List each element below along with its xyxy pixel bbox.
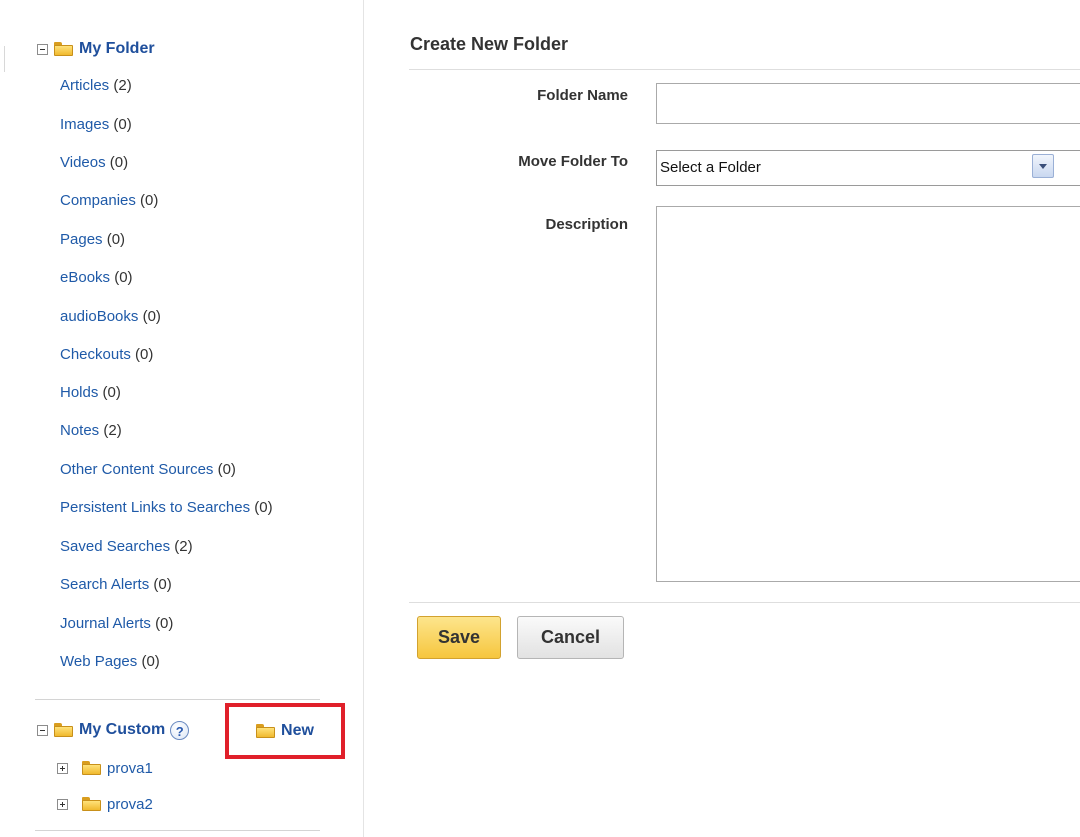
- sidebar-item-journal-alerts[interactable]: Journal Alerts (0): [60, 615, 173, 632]
- sidebar-item-notes[interactable]: Notes (2): [60, 422, 122, 439]
- folder-name-label: Folder Name: [537, 87, 628, 104]
- expand-icon[interactable]: [57, 762, 68, 774]
- item-count: (0): [113, 116, 132, 133]
- item-count: (2): [174, 538, 193, 555]
- form-title: Create New Folder: [410, 34, 569, 54]
- sidebar-item-audiobooks[interactable]: audioBooks (0): [60, 308, 161, 325]
- item-count: (0): [114, 269, 133, 286]
- description-label: Description: [545, 216, 628, 233]
- folder-name-input[interactable]: [656, 83, 1080, 124]
- sidebar-item-companies[interactable]: Companies (0): [60, 192, 158, 209]
- sidebar-item-holds[interactable]: Holds (0): [60, 384, 121, 401]
- my-folder-label[interactable]: My Folder: [79, 40, 155, 58]
- item-count: (0): [140, 192, 159, 209]
- item-count: (0): [142, 308, 161, 325]
- item-label: Saved Searches: [60, 538, 171, 555]
- folder-icon: [82, 761, 101, 775]
- move-folder-to-label: Move Folder To: [518, 153, 628, 170]
- sidebar-item-search-alerts[interactable]: Search Alerts (0): [60, 576, 172, 593]
- item-count: (0): [153, 576, 172, 593]
- sidebar-item-persistent-links[interactable]: Persistent Links to Searches (0): [60, 499, 273, 516]
- item-count: (2): [103, 422, 122, 439]
- form-divider: [409, 602, 1080, 603]
- item-count: (0): [217, 461, 236, 478]
- move-folder-select[interactable]: Select a Folder: [656, 150, 1080, 186]
- item-count: (0): [135, 346, 154, 363]
- item-label: Search Alerts: [60, 576, 150, 593]
- item-label: Journal Alerts: [60, 615, 151, 632]
- item-count: (2): [113, 77, 132, 94]
- item-count: (0): [141, 653, 160, 670]
- item-label: Images: [60, 116, 110, 133]
- sidebar-item-ebooks[interactable]: eBooks (0): [60, 269, 133, 286]
- item-label: audioBooks: [60, 308, 139, 325]
- dropdown-arrow-icon[interactable]: [1032, 154, 1054, 178]
- folder-icon: [54, 723, 73, 737]
- subfolder-label[interactable]: prova1: [107, 760, 153, 777]
- subfolder-prova1[interactable]: prova1: [57, 758, 153, 778]
- item-label: Pages: [60, 231, 103, 248]
- item-count: (0): [254, 499, 273, 516]
- title-divider: [409, 69, 1080, 70]
- select-value: Select a Folder: [660, 159, 761, 176]
- item-label: Other Content Sources: [60, 461, 214, 478]
- my-folder-header[interactable]: My Folder: [37, 38, 155, 60]
- item-label: Web Pages: [60, 653, 138, 670]
- item-count: (0): [102, 384, 121, 401]
- help-icon[interactable]: ?: [170, 720, 190, 740]
- sidebar-divider: [35, 699, 320, 700]
- item-count: (0): [155, 615, 174, 632]
- collapse-icon[interactable]: [37, 43, 48, 55]
- sidebar-item-other-content-sources[interactable]: Other Content Sources (0): [60, 461, 236, 478]
- item-label: Persistent Links to Searches: [60, 499, 251, 516]
- sidebar-item-checkouts[interactable]: Checkouts (0): [60, 346, 153, 363]
- new-folder-icon: [256, 724, 276, 738]
- item-count: (0): [106, 231, 126, 248]
- collapse-icon[interactable]: [37, 724, 48, 736]
- item-label: eBooks: [60, 269, 111, 286]
- sidebar-item-images[interactable]: Images (0): [60, 116, 132, 133]
- item-count: (0): [109, 154, 129, 171]
- sidebar-item-saved-searches[interactable]: Saved Searches (2): [60, 538, 193, 555]
- folder-icon: [82, 797, 101, 811]
- my-custom-header[interactable]: My Custom ?: [37, 719, 190, 741]
- sidebar-item-pages[interactable]: Pages (0): [60, 231, 125, 248]
- item-label: Holds: [60, 384, 99, 401]
- item-label: Checkouts: [60, 346, 131, 363]
- item-label: Articles: [60, 77, 110, 94]
- expand-icon[interactable]: [57, 798, 68, 810]
- cancel-button[interactable]: Cancel: [517, 616, 624, 659]
- subfolder-prova2[interactable]: prova2: [57, 794, 153, 814]
- item-label: Notes: [60, 422, 100, 439]
- sidebar-item-videos[interactable]: Videos (0): [60, 154, 128, 171]
- sidebar-item-web-pages[interactable]: Web Pages (0): [60, 653, 160, 670]
- item-label: Videos: [60, 154, 106, 171]
- sidebar-divider: [35, 830, 320, 831]
- description-textarea[interactable]: [656, 206, 1080, 582]
- new-folder-label: New: [281, 722, 314, 739]
- sidebar-item-articles[interactable]: Articles (2): [60, 77, 132, 94]
- my-custom-label[interactable]: My Custom: [79, 721, 165, 739]
- item-label: Companies: [60, 192, 136, 209]
- subfolder-label[interactable]: prova2: [107, 796, 153, 813]
- save-button[interactable]: Save: [417, 616, 501, 659]
- new-folder-button[interactable]: New: [225, 703, 345, 759]
- folder-sidebar: My Folder Articles (2) Images (0) Videos…: [0, 0, 364, 837]
- folder-icon: [54, 42, 73, 56]
